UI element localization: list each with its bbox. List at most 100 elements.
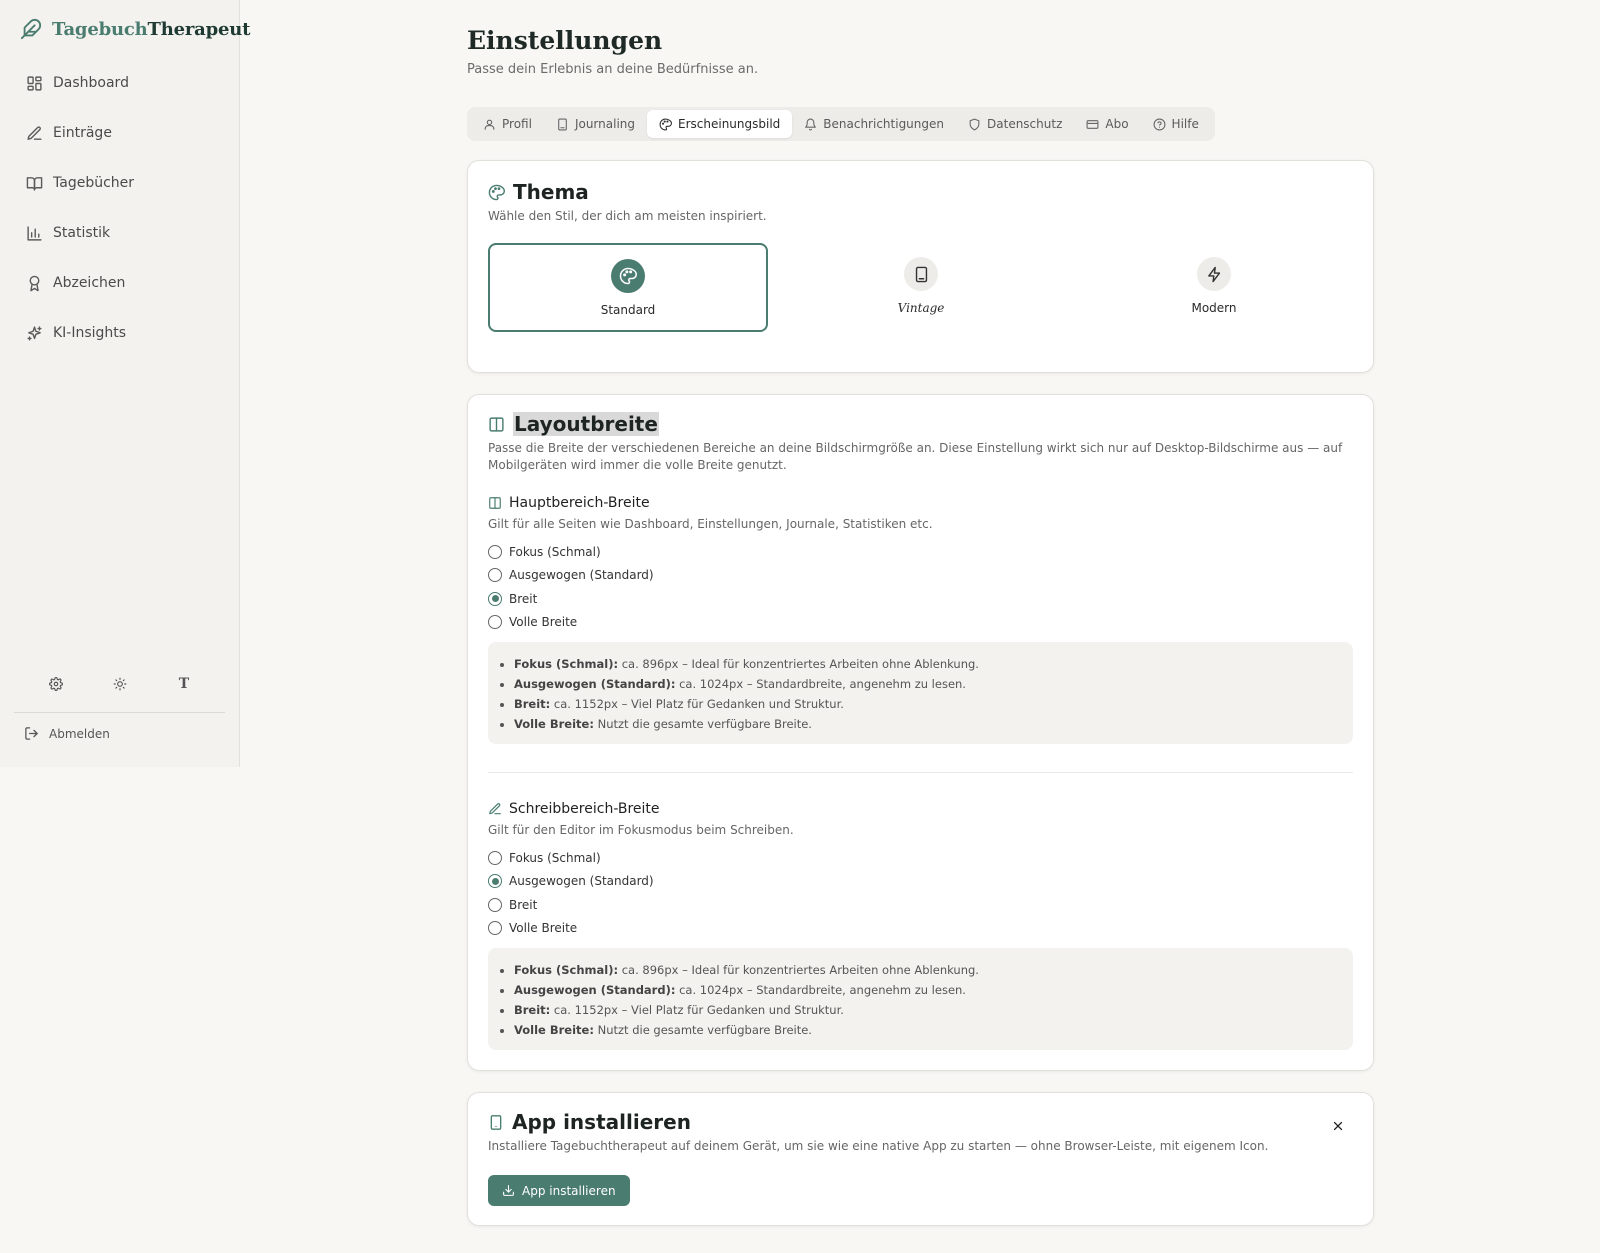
writing-width-info-box: Fokus (Schmal): ca. 896px – Ideal für ko… — [488, 948, 1353, 1050]
layout-description: Passe die Breite der verschiedenen Berei… — [488, 441, 1343, 472]
radio-option[interactable]: Volle Breite — [488, 611, 654, 635]
sidebar-item-dashboard[interactable]: Dashboard — [14, 58, 226, 108]
writing-width-title: Schreibbereich-Breite — [509, 801, 660, 817]
main-width-header: Hauptbereich-Breite — [488, 495, 650, 511]
info-text: ca. 1152px – Viel Platz für Gedanken und… — [550, 1003, 844, 1017]
radio-option[interactable]: Fokus (Schmal) — [488, 846, 654, 870]
info-text: Nutzt die gesamte verfügbare Breite. — [593, 1023, 812, 1037]
info-item: Volle Breite: Nutzt die gesamte verfügba… — [514, 1020, 1353, 1040]
sun-icon[interactable] — [108, 672, 132, 696]
radio-button[interactable] — [488, 850, 502, 865]
theme-description: Wähle den Stil, der dich am meisten insp… — [488, 209, 767, 223]
sidebar-item-statistik[interactable]: Statistik — [14, 208, 226, 258]
lightning-icon — [1206, 266, 1223, 283]
radio-button[interactable] — [488, 874, 502, 889]
radio-option[interactable]: Ausgewogen (Standard) — [488, 870, 654, 894]
sidebar-item-abzeichen[interactable]: Abzeichen — [14, 258, 226, 308]
radio-button[interactable] — [488, 615, 502, 630]
theme-option-label: Standard — [600, 303, 656, 317]
layout-title-text: Layoutbreite — [513, 412, 659, 436]
brand-name: TagebuchTherapeut — [52, 19, 250, 40]
install-app-button[interactable]: App installieren — [488, 1175, 630, 1206]
radio-button[interactable] — [488, 591, 502, 606]
feather-icon — [20, 18, 42, 40]
help-circle-icon — [1153, 118, 1166, 131]
brand-logo[interactable]: TagebuchTherapeut — [20, 18, 250, 40]
theme-option-standard[interactable]: Standard — [488, 243, 768, 332]
info-list: Fokus (Schmal): ca. 896px – Ideal für ko… — [514, 960, 1353, 1040]
main-width-radio-group: Fokus (Schmal) Ausgewogen (Standard) Bre… — [488, 540, 654, 634]
info-term: Breit: — [514, 697, 551, 711]
settings-tabs: Profil Journaling Erscheinungsbild Benac… — [467, 107, 1215, 141]
tab-label: Benachrichtigungen — [823, 117, 945, 131]
palette-icon — [488, 184, 505, 201]
tab-benachrichtigungen[interactable]: Benachrichtigungen — [792, 110, 956, 138]
tab-label: Journaling — [574, 117, 635, 131]
radio-option[interactable]: Breit — [488, 893, 654, 917]
brand-name-part2: Therapeut — [147, 18, 251, 40]
page-title: Einstellungen — [467, 26, 663, 55]
info-text: ca. 896px – Ideal für konzentriertes Arb… — [618, 963, 979, 977]
radio-label: Volle Breite — [509, 921, 578, 936]
theme-icon-circle — [1197, 257, 1231, 291]
radio-option[interactable]: Fokus (Schmal) — [488, 540, 654, 564]
section-divider — [488, 772, 1353, 773]
download-icon — [502, 1184, 515, 1197]
main-width-info-box: Fokus (Schmal): ca. 896px – Ideal für ko… — [488, 642, 1353, 744]
radio-button[interactable] — [488, 544, 502, 559]
info-item: Fokus (Schmal): ca. 896px – Ideal für ko… — [514, 960, 1353, 980]
logout-button[interactable]: Abmelden — [24, 726, 110, 741]
logout-label: Abmelden — [49, 726, 110, 741]
sidebar-tools: T — [0, 672, 240, 696]
tab-label: Erscheinungsbild — [678, 117, 781, 131]
radio-option[interactable]: Volle Breite — [488, 917, 654, 941]
layout-title: Layoutbreite — [513, 412, 659, 436]
theme-icon-circle — [611, 259, 645, 293]
pencil-icon — [488, 802, 502, 816]
theme-card: Thema Wähle den Stil, der dich am meiste… — [467, 160, 1374, 373]
user-icon — [483, 118, 496, 131]
radio-label: Fokus (Schmal) — [509, 850, 601, 865]
logout-icon — [24, 726, 39, 741]
theme-option-modern[interactable]: Modern — [1074, 243, 1354, 332]
tab-profil[interactable]: Profil — [471, 110, 544, 138]
pencil-icon — [26, 125, 43, 142]
info-item: Volle Breite: Nutzt die gesamte verfügba… — [514, 714, 1353, 734]
info-list: Fokus (Schmal): ca. 896px – Ideal für ko… — [514, 654, 1353, 734]
notebook-icon — [556, 118, 569, 131]
install-app-card: App installieren Installiere Tagebuchthe… — [467, 1092, 1374, 1226]
sidebar-item-label: Statistik — [53, 225, 111, 241]
radio-button[interactable] — [488, 921, 502, 936]
gear-icon[interactable] — [44, 672, 68, 696]
sidebar-item-ki-insights[interactable]: KI-Insights — [14, 308, 226, 358]
info-term: Ausgewogen (Standard): — [514, 677, 676, 691]
info-term: Fokus (Schmal): — [514, 657, 619, 671]
tab-label: Profil — [502, 117, 532, 131]
tab-abo[interactable]: Abo — [1074, 110, 1140, 138]
tab-journaling[interactable]: Journaling — [544, 110, 647, 138]
font-toggle-button[interactable]: T — [172, 672, 196, 696]
info-item: Breit: ca. 1152px – Viel Platz für Gedan… — [514, 694, 1353, 714]
radio-option[interactable]: Ausgewogen (Standard) — [488, 564, 654, 588]
writing-width-radio-group: Fokus (Schmal) Ausgewogen (Standard) Bre… — [488, 846, 654, 940]
radio-option[interactable]: Breit — [488, 587, 654, 611]
info-text: ca. 1152px – Viel Platz für Gedanken und… — [550, 697, 844, 711]
close-icon[interactable] — [1329, 1117, 1347, 1135]
sidebar-nav: Dashboard Einträge Tagebücher Statistik … — [14, 58, 226, 358]
tab-hilfe[interactable]: Hilfe — [1141, 110, 1211, 138]
tab-datenschutz[interactable]: Datenschutz — [956, 110, 1074, 138]
info-text: ca. 1024px – Standardbreite, angenehm zu… — [675, 983, 966, 997]
radio-label: Ausgewogen (Standard) — [509, 568, 654, 583]
radio-button[interactable] — [488, 897, 502, 912]
install-button-label: App installieren — [522, 1183, 616, 1198]
theme-option-vintage[interactable]: Vintage — [781, 243, 1061, 332]
columns-icon — [488, 416, 505, 433]
radio-label: Volle Breite — [509, 615, 578, 630]
tab-erscheinungsbild[interactable]: Erscheinungsbild — [647, 110, 793, 138]
bar-chart-icon — [26, 225, 43, 242]
main-width-description: Gilt für alle Seiten wie Dashboard, Eins… — [488, 517, 933, 531]
radio-button[interactable] — [488, 568, 502, 583]
theme-option-label: Vintage — [897, 301, 945, 315]
sidebar-item-eintraege[interactable]: Einträge — [14, 108, 226, 158]
sidebar-item-tagebuecher[interactable]: Tagebücher — [14, 158, 226, 208]
